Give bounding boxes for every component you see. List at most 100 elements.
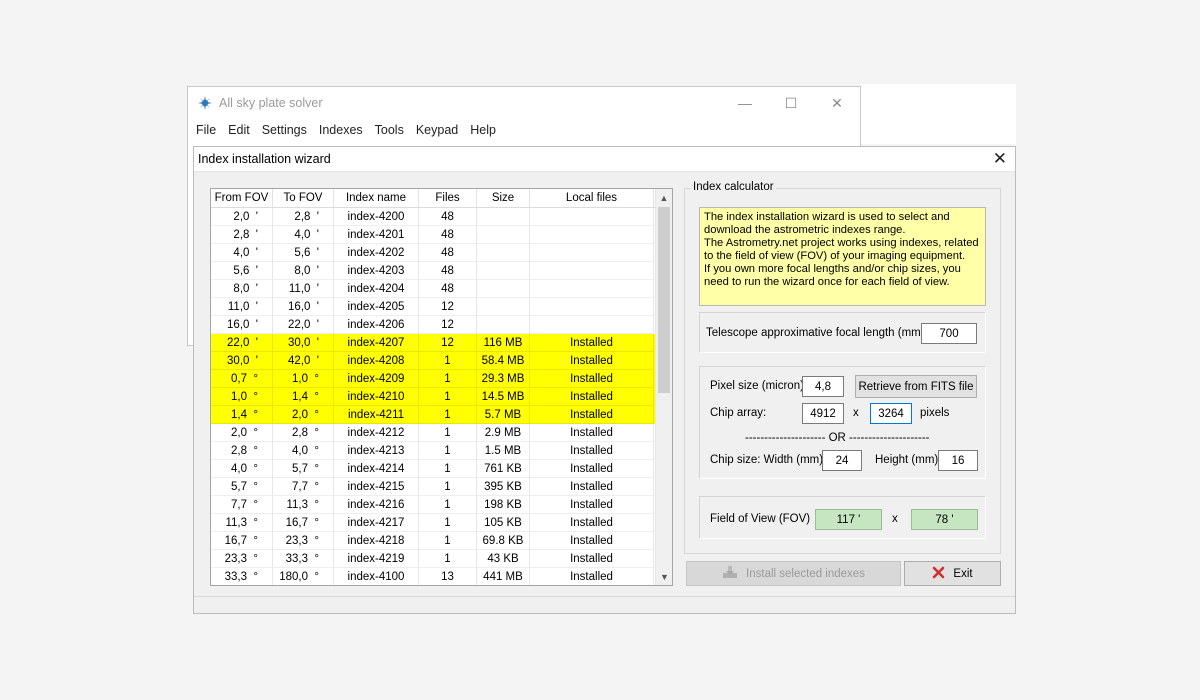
install-icon [722,565,738,582]
table-row[interactable]: 5,7 ° 7,7 ° index-4215 1 395 KB Installed [211,478,672,496]
menu-keypad[interactable]: Keypad [410,123,464,137]
cell-local-files: Installed [530,496,654,514]
cell-size [477,298,530,316]
info-line: The index installation wizard is used to… [704,211,950,223]
cell-index-name: index-4219 [334,550,419,568]
menu-settings[interactable]: Settings [256,123,313,137]
info-line: need to run the wizard once for each fie… [704,276,950,288]
retrieve-fits-button[interactable]: Retrieve from FITS file [855,375,977,398]
pixel-size-label: Pixel size (micron) [710,380,804,392]
table-scrollbar[interactable]: ▲ ▼ [655,189,672,585]
cell-index-name: index-4211 [334,406,419,424]
index-wizard-dialog: Index installation wizard ✕ From FOV To … [193,146,1016,614]
scroll-thumb[interactable] [658,207,670,393]
table-row[interactable]: 22,0 ' 30,0 ' index-4207 12 116 MB Installed [211,334,672,352]
chip-height-mm-input[interactable]: 16 [938,450,978,471]
cell-files: 1 [419,550,477,568]
fov-height-output: 78 ' [911,509,978,530]
minimize-icon[interactable]: — [722,87,768,119]
cell-to-fov: 4,0 ° [273,442,334,460]
cell-from-fov: 2,8 ' [211,226,273,244]
pixel-size-input[interactable]: 4,8 [802,376,844,397]
cell-size: 29.3 MB [477,370,530,388]
table-row[interactable]: 8,0 ' 11,0 ' index-4204 48 [211,280,672,298]
table-row[interactable]: 11,3 ° 16,7 ° index-4217 1 105 KB Installed [211,514,672,532]
main-window-title: All sky plate solver [219,96,323,110]
exit-button[interactable]: Exit [904,561,1001,586]
pixels-unit-label: pixels [920,407,950,419]
cell-local-files: Installed [530,532,654,550]
cell-from-fov: 16,7 ° [211,532,273,550]
table-row[interactable]: 16,7 ° 23,3 ° index-4218 1 69.8 KB Installed [211,532,672,550]
cell-size: 761 KB [477,460,530,478]
menu-edit[interactable]: Edit [222,123,256,137]
table-row[interactable]: 7,7 ° 11,3 ° index-4216 1 198 KB Installed [211,496,672,514]
chip-height-pixels-input[interactable]: 3264 [870,403,912,424]
col-local-files[interactable]: Local files [530,189,654,207]
table-row[interactable]: 4,0 ° 5,7 ° index-4214 1 761 KB Installed [211,460,672,478]
cell-files: 1 [419,352,477,370]
cell-local-files: Installed [530,352,654,370]
table-row[interactable]: 0,7 ° 1,0 ° index-4209 1 29.3 MB Installed [211,370,672,388]
col-size[interactable]: Size [477,189,530,207]
table-row[interactable]: 30,0 ' 42,0 ' index-4208 1 58.4 MB Installed [211,352,672,370]
col-files[interactable]: Files [419,189,477,207]
cell-local-files [530,298,654,316]
fov-width-output: 117 ' [815,509,882,530]
menu-indexes[interactable]: Indexes [313,123,369,137]
table-row[interactable]: 2,0 ' 2,8 ' index-4200 48 [211,208,672,226]
cell-index-name: index-4202 [334,244,419,262]
cell-size: 14.5 MB [477,388,530,406]
cell-from-fov: 11,3 ° [211,514,273,532]
cell-local-files [530,208,654,226]
cell-to-fov: 7,7 ° [273,478,334,496]
col-from-fov[interactable]: From FOV [211,189,273,207]
cell-index-name: index-4216 [334,496,419,514]
cell-size: 2.9 MB [477,424,530,442]
focal-length-input[interactable]: 700 [921,323,977,344]
cell-to-fov: 33,3 ° [273,550,334,568]
table-row[interactable]: 33,3 ° 180,0 ° index-4100 13 441 MB Installed [211,568,672,585]
scroll-down-icon[interactable]: ▼ [656,568,672,585]
cell-size [477,244,530,262]
table-row[interactable]: 11,0 ' 16,0 ' index-4205 12 [211,298,672,316]
install-indexes-button[interactable]: Install selected indexes [686,561,901,586]
cell-index-name: index-4209 [334,370,419,388]
cell-files: 1 [419,406,477,424]
cell-local-files [530,226,654,244]
cell-local-files [530,244,654,262]
fov-x: x [892,513,898,525]
red-x-icon [932,566,945,582]
chip-width-mm-input[interactable]: 24 [822,450,862,471]
table-row[interactable]: 4,0 ' 5,6 ' index-4202 48 [211,244,672,262]
cell-from-fov: 4,0 ' [211,244,273,262]
cell-size: 105 KB [477,514,530,532]
scroll-up-icon[interactable]: ▲ [656,189,672,206]
table-row[interactable]: 2,0 ° 2,8 ° index-4212 1 2.9 MB Installed [211,424,672,442]
table-row[interactable]: 2,8 ' 4,0 ' index-4201 48 [211,226,672,244]
menu-tools[interactable]: Tools [369,123,410,137]
cell-to-fov: 11,3 ° [273,496,334,514]
table-row[interactable]: 23,3 ° 33,3 ° index-4219 1 43 KB Installed [211,550,672,568]
background-window-fragment [861,84,1016,144]
cell-index-name: index-4205 [334,298,419,316]
chip-width-pixels-input[interactable]: 4912 [802,403,844,424]
dialog-close-icon[interactable]: ✕ [993,149,1007,169]
cell-index-name: index-4206 [334,316,419,334]
cell-to-fov: 180,0 ° [273,568,334,585]
table-row[interactable]: 1,4 ° 2,0 ° index-4211 1 5.7 MB Installed [211,406,672,424]
table-row[interactable]: 16,0 ' 22,0 ' index-4206 12 [211,316,672,334]
cell-to-fov: 1,4 ° [273,388,334,406]
table-row[interactable]: 1,0 ° 1,4 ° index-4210 1 14.5 MB Installed [211,388,672,406]
cell-from-fov: 5,7 ° [211,478,273,496]
col-to-fov[interactable]: To FOV [273,189,334,207]
maximize-icon[interactable]: ☐ [768,87,814,119]
menu-help[interactable]: Help [464,123,502,137]
close-icon[interactable]: ✕ [814,87,860,119]
table-row[interactable]: 2,8 ° 4,0 ° index-4213 1 1.5 MB Installed [211,442,672,460]
cell-to-fov: 8,0 ' [273,262,334,280]
cell-from-fov: 23,3 ° [211,550,273,568]
menu-file[interactable]: File [190,123,222,137]
table-row[interactable]: 5,6 ' 8,0 ' index-4203 48 [211,262,672,280]
col-index-name[interactable]: Index name [334,189,419,207]
